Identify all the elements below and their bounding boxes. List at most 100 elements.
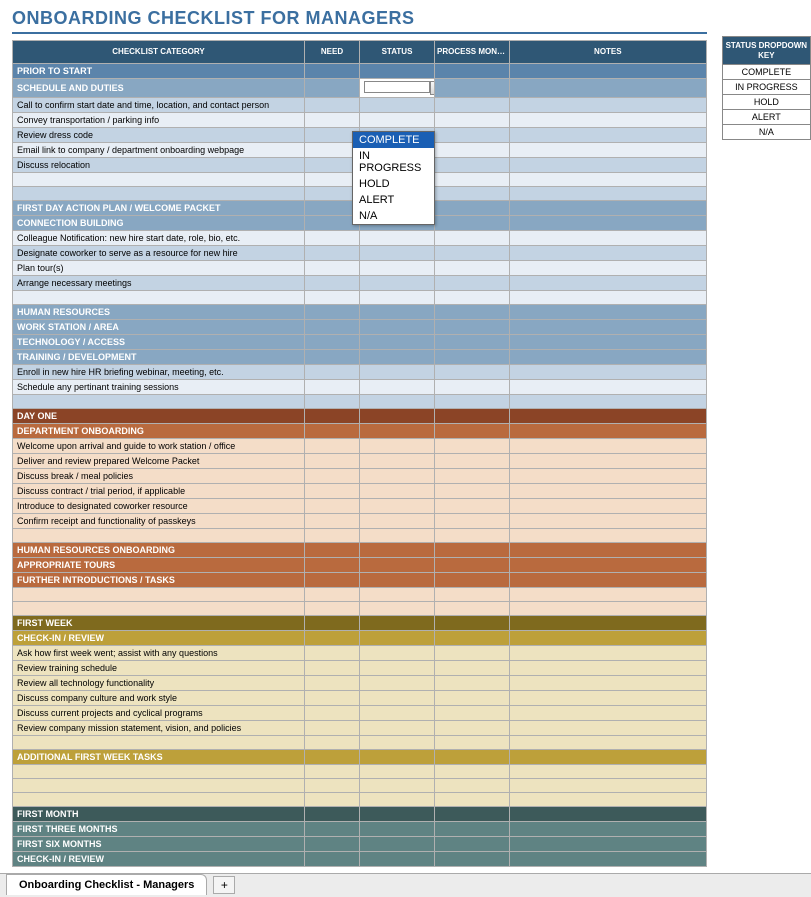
need-cell[interactable] xyxy=(305,690,360,705)
need-cell[interactable] xyxy=(305,645,360,660)
process-cell[interactable] xyxy=(435,630,510,645)
notes-cell[interactable] xyxy=(510,630,707,645)
status-cell[interactable] xyxy=(360,690,435,705)
notes-cell[interactable] xyxy=(510,483,707,498)
dropdown-option[interactable]: ALERT xyxy=(353,192,434,208)
need-cell[interactable] xyxy=(305,438,360,453)
category-cell[interactable]: SCHEDULE AND DUTIES xyxy=(13,78,305,97)
category-cell[interactable]: Plan tour(s) xyxy=(13,260,305,275)
notes-cell[interactable] xyxy=(510,542,707,557)
category-cell[interactable]: FIRST MONTH xyxy=(13,806,305,821)
category-cell[interactable]: Convey transportation / parking info xyxy=(13,112,305,127)
category-cell[interactable]: PRIOR TO START xyxy=(13,63,305,78)
category-cell[interactable]: Introduce to designated coworker resourc… xyxy=(13,498,305,513)
need-cell[interactable] xyxy=(305,112,360,127)
notes-cell[interactable] xyxy=(510,660,707,675)
notes-cell[interactable] xyxy=(510,720,707,735)
category-cell[interactable]: TECHNOLOGY / ACCESS xyxy=(13,334,305,349)
category-cell[interactable] xyxy=(13,172,305,186)
status-cell[interactable] xyxy=(360,557,435,572)
category-cell[interactable]: Colleague Notification: new hire start d… xyxy=(13,230,305,245)
status-cell[interactable] xyxy=(360,275,435,290)
process-cell[interactable] xyxy=(435,408,510,423)
process-cell[interactable] xyxy=(435,290,510,304)
process-cell[interactable] xyxy=(435,468,510,483)
status-cell[interactable] xyxy=(360,304,435,319)
process-cell[interactable] xyxy=(435,806,510,821)
need-cell[interactable] xyxy=(305,851,360,866)
need-cell[interactable] xyxy=(305,275,360,290)
need-cell[interactable] xyxy=(305,735,360,749)
notes-cell[interactable] xyxy=(510,587,707,601)
notes-cell[interactable] xyxy=(510,705,707,720)
dropdown-option[interactable]: IN PROGRESS xyxy=(353,148,434,176)
status-cell[interactable] xyxy=(360,778,435,792)
status-cell[interactable] xyxy=(360,260,435,275)
need-cell[interactable] xyxy=(305,453,360,468)
process-cell[interactable] xyxy=(435,142,510,157)
notes-cell[interactable] xyxy=(510,675,707,690)
category-cell[interactable]: CHECK-IN / REVIEW xyxy=(13,630,305,645)
process-cell[interactable] xyxy=(435,200,510,215)
status-cell[interactable] xyxy=(360,63,435,78)
notes-cell[interactable] xyxy=(510,172,707,186)
process-cell[interactable] xyxy=(435,660,510,675)
process-cell[interactable] xyxy=(435,601,510,615)
need-cell[interactable] xyxy=(305,513,360,528)
process-cell[interactable] xyxy=(435,379,510,394)
category-cell[interactable]: WORK STATION / AREA xyxy=(13,319,305,334)
category-cell[interactable]: FIRST WEEK xyxy=(13,615,305,630)
status-cell[interactable] xyxy=(360,660,435,675)
need-cell[interactable] xyxy=(305,423,360,438)
status-cell[interactable] xyxy=(360,587,435,601)
notes-cell[interactable] xyxy=(510,215,707,230)
category-cell[interactable]: FIRST THREE MONTHS xyxy=(13,821,305,836)
category-cell[interactable]: Review all technology functionality xyxy=(13,675,305,690)
status-cell[interactable] xyxy=(360,245,435,260)
notes-cell[interactable] xyxy=(510,645,707,660)
category-cell[interactable]: Schedule any pertinant training sessions xyxy=(13,379,305,394)
status-dropdown-list[interactable]: COMPLETEIN PROGRESSHOLDALERTN/A xyxy=(352,131,435,225)
category-cell[interactable]: FIRST SIX MONTHS xyxy=(13,836,305,851)
category-cell[interactable] xyxy=(13,735,305,749)
status-cell[interactable] xyxy=(360,836,435,851)
category-cell[interactable]: Email link to company / department onboa… xyxy=(13,142,305,157)
notes-cell[interactable] xyxy=(510,364,707,379)
status-cell[interactable] xyxy=(360,364,435,379)
status-cell[interactable] xyxy=(360,438,435,453)
need-cell[interactable] xyxy=(305,542,360,557)
status-cell[interactable] xyxy=(360,290,435,304)
need-cell[interactable] xyxy=(305,764,360,778)
process-cell[interactable] xyxy=(435,764,510,778)
need-cell[interactable] xyxy=(305,304,360,319)
status-cell[interactable] xyxy=(360,112,435,127)
notes-cell[interactable] xyxy=(510,572,707,587)
notes-cell[interactable] xyxy=(510,394,707,408)
process-cell[interactable] xyxy=(435,513,510,528)
status-cell[interactable] xyxy=(360,615,435,630)
process-cell[interactable] xyxy=(435,778,510,792)
need-cell[interactable] xyxy=(305,749,360,764)
process-cell[interactable] xyxy=(435,572,510,587)
status-cell[interactable] xyxy=(360,749,435,764)
category-cell[interactable]: DAY ONE xyxy=(13,408,305,423)
process-cell[interactable] xyxy=(435,821,510,836)
category-cell[interactable] xyxy=(13,394,305,408)
process-cell[interactable] xyxy=(435,364,510,379)
notes-cell[interactable] xyxy=(510,78,707,97)
notes-cell[interactable] xyxy=(510,453,707,468)
notes-cell[interactable] xyxy=(510,304,707,319)
process-cell[interactable] xyxy=(435,836,510,851)
notes-cell[interactable] xyxy=(510,97,707,112)
process-cell[interactable] xyxy=(435,438,510,453)
add-sheet-button[interactable]: + xyxy=(213,876,235,894)
category-cell[interactable]: Discuss break / meal policies xyxy=(13,468,305,483)
category-cell[interactable]: Ask how first week went; assist with any… xyxy=(13,645,305,660)
category-cell[interactable]: Discuss company culture and work style xyxy=(13,690,305,705)
status-cell[interactable] xyxy=(360,735,435,749)
process-cell[interactable] xyxy=(435,557,510,572)
status-cell[interactable] xyxy=(360,468,435,483)
need-cell[interactable] xyxy=(305,572,360,587)
category-cell[interactable] xyxy=(13,778,305,792)
status-cell[interactable] xyxy=(360,572,435,587)
